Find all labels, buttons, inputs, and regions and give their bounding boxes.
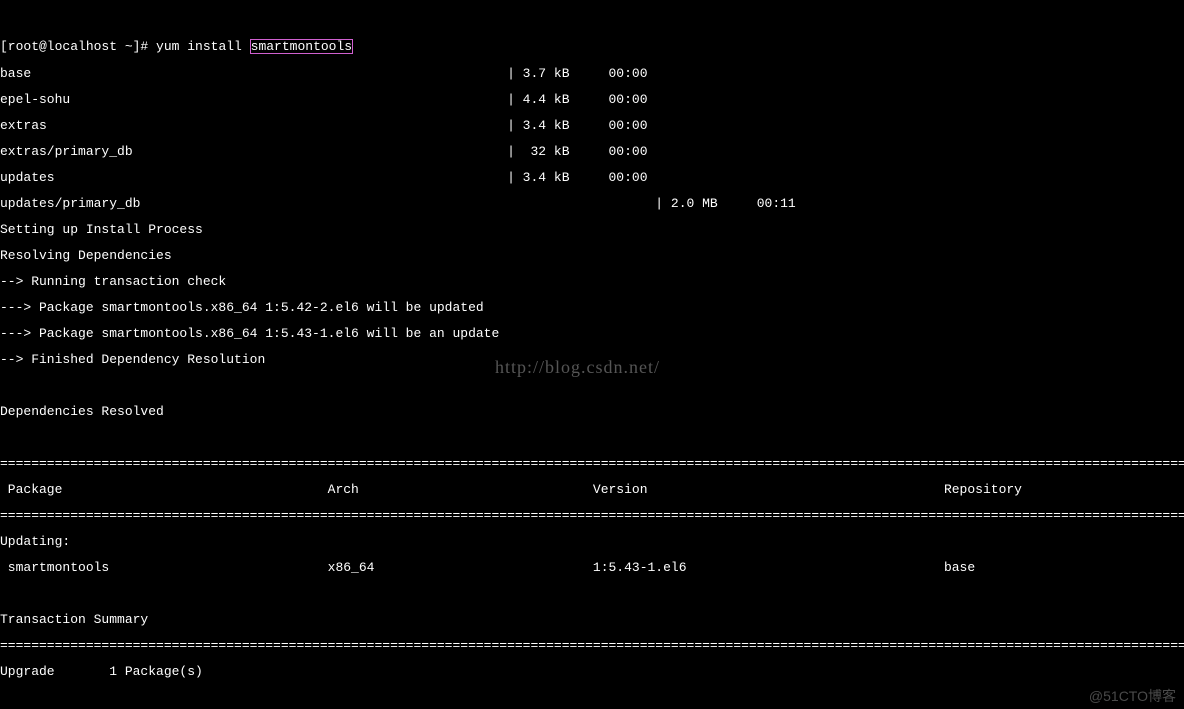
- repo-line: base | 3.7 kB 00:00: [0, 67, 1184, 80]
- trans-check-line: --> Running transaction check: [0, 275, 1184, 288]
- trans-summary-line: Transaction Summary: [0, 613, 1184, 626]
- separator: ========================================…: [0, 509, 1184, 522]
- repo-line: updates | 3.4 kB 00:00: [0, 171, 1184, 184]
- package-row: smartmontools x86_64 1:5.43-1.el6 base 4…: [0, 561, 1184, 574]
- dep-fin-line: --> Finished Dependency Resolution: [0, 353, 1184, 366]
- separator: ========================================…: [0, 457, 1184, 470]
- dep-resolved-line: Dependencies Resolved: [0, 405, 1184, 418]
- resolving-line: Resolving Dependencies: [0, 249, 1184, 262]
- pkg-update-line: ---> Package smartmontools.x86_64 1:5.43…: [0, 327, 1184, 340]
- highlight-package: smartmontools: [250, 39, 353, 54]
- repo-line: epel-sohu | 4.4 kB 00:00: [0, 93, 1184, 106]
- repo-line: extras | 3.4 kB 00:00: [0, 119, 1184, 132]
- repo-line: updates/primary_db | 2.0 MB 00:11: [0, 197, 1184, 210]
- separator: ========================================…: [0, 639, 1184, 652]
- prompt: [root@localhost ~]#: [0, 39, 156, 54]
- footer-watermark: @51CTO博客: [1089, 689, 1176, 703]
- terminal-output: { "prompt": "[root@localhost ~]# ", "cmd…: [0, 0, 1184, 709]
- upgrade-line: Upgrade 1 Package(s): [0, 665, 1184, 678]
- header-row: Package Arch Version Repository Size: [0, 483, 1184, 496]
- cmd-install: yum install: [156, 39, 250, 54]
- setup-line: Setting up Install Process: [0, 223, 1184, 236]
- repo-line: extras/primary_db | 32 kB 00:00: [0, 145, 1184, 158]
- updating-label: Updating:: [0, 535, 1184, 548]
- pkg-upd-line: ---> Package smartmontools.x86_64 1:5.42…: [0, 301, 1184, 314]
